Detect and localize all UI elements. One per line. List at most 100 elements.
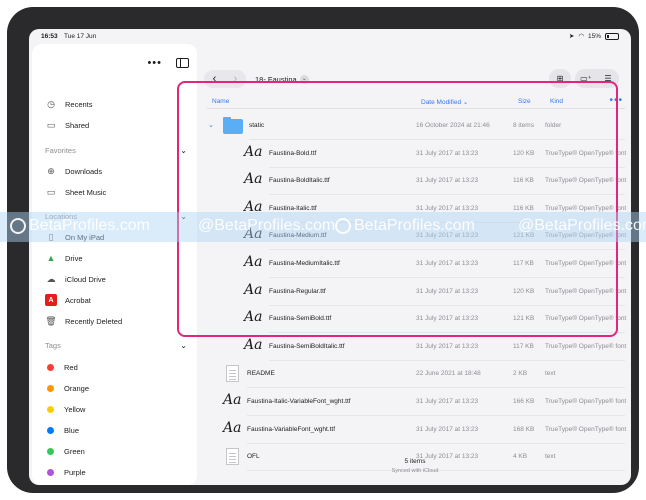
watermark-3: BetaProfiles.com [335,217,475,235]
file-row[interactable]: Aa Faustina-Bold.ttf 31 July 2017 at 13:23… [199,140,631,168]
location-icon: ➤ [568,33,575,40]
folder-icon: ▭ [46,186,56,197]
column-size[interactable]: Size [518,98,531,105]
font-file-icon: Aa [244,254,263,270]
google-drive-icon: ▲ [46,253,56,263]
column-kind[interactable]: Kind [550,98,563,105]
header-divider [207,108,625,109]
file-size: 120 KB [513,149,535,157]
column-name[interactable]: Name [212,98,229,105]
tag-yellow[interactable]: Yellow [45,402,85,416]
file-size: 116 KB [513,177,534,185]
file-size: 117 KB [513,260,534,267]
list-view-icon[interactable]: ☰ [597,69,619,88]
tag-label: Green [64,446,85,456]
sidebar-item-downloads[interactable]: ⊕ Downloads [45,164,102,178]
sidebar-item-drive[interactable]: ▲ Drive [45,251,83,265]
file-name: Faustina-SemiBold.ttf [269,315,332,323]
file-size: 166 KB [513,398,535,405]
sidebar-item-label: Sheet Music [65,187,107,197]
watermark-logo-icon [335,217,351,234]
sidebar-toolbar: ••• [147,58,189,69]
folder-row[interactable]: ⌄ static 16 October 2024 at 21:46 8 items fo… [199,112,631,140]
sidebar-item-label: Shared [65,120,90,130]
folder-title-menu[interactable]: 18- Faustina ⌄ [255,75,309,84]
file-name: Faustina-VariableFont_wght.ttf [247,425,336,433]
sidebar-item-label: Downloads [65,166,103,176]
file-name: static [249,122,265,129]
tag-red[interactable]: Red [45,360,78,374]
chevron-down-icon: ⌄ [180,341,187,350]
trash-icon: 🗑 [45,315,57,326]
column-more-icon[interactable]: ••• [609,95,623,106]
tag-purple[interactable]: Purple [45,465,86,479]
tag-dot-icon [47,468,54,476]
file-date: 31 July 2017 at 13:23 [416,315,479,323]
sidebar-section-tags[interactable]: Tags ⌄ [45,341,187,350]
footer: 5 items Synced with iCloud [199,458,631,474]
toolbar: ⊞ ▭⁺ ☰ [549,69,619,88]
group-icon[interactable]: ⊞ [549,69,571,88]
sidebar-toggle-icon[interactable] [176,58,189,68]
file-name: Faustina-Regular.ttf [269,287,326,295]
tag-blue[interactable]: Blue [45,423,79,437]
file-date: 31 July 2017 at 13:23 [416,204,479,212]
acrobat-icon: A [45,294,57,306]
file-row[interactable]: Aa Faustina-SemiBold.ttf 31 July 2017 at 1… [199,305,631,334]
section-title: Tags [45,341,61,350]
screen: 16:53 Tue 17 Jun ➤ ◠ 15% ••• ◷ Recents ▭ Sh… [29,29,631,485]
file-row[interactable]: README 22 June 2021 at 18:48 2 KB text [199,360,631,389]
file-name: Faustina-Italic.ttf [269,204,317,212]
sidebar-item-recently-deleted[interactable]: 🗑 Recently Deleted [45,314,122,328]
file-size: 121 KB [513,315,535,323]
text-file-icon [226,365,239,383]
sidebar-item-icloud-drive[interactable]: ☁ iCloud Drive [45,272,106,286]
watermark-logo-icon [10,217,26,234]
ipad-frame: 16:53 Tue 17 Jun ➤ ◠ 15% ••• ◷ Recents ▭ Sh… [7,7,639,493]
battery-icon [605,32,619,40]
download-icon: ⊕ [47,165,55,176]
sidebar-item-sheet-music[interactable]: ▭ Sheet Music [45,185,107,199]
tag-dot-icon [47,426,54,434]
sidebar-item-label: Acrobat [65,295,91,305]
file-name: Faustina-MediumItalic.ttf [269,260,340,267]
font-file-icon: Aa [244,198,263,215]
file-name: Faustina-SemiBoldItalic.ttf [269,342,345,350]
file-size: 116 KB [513,204,534,212]
sidebar-item-recents[interactable]: ◷ Recents [45,97,92,111]
column-date-modified[interactable]: Date Modified ⌄ [421,98,468,106]
font-file-icon: Aa [244,281,263,298]
file-date: 31 July 2017 at 13:23 [416,149,479,157]
sidebar-item-shared[interactable]: ▭ Shared [45,118,89,132]
more-options-icon[interactable]: ••• [147,58,162,69]
file-row[interactable]: Aa Faustina-MediumItalic.ttf 31 July 2017 … [199,250,631,278]
file-date: 31 July 2017 at 13:23 [416,342,479,350]
new-folder-icon[interactable]: ▭⁺ [575,69,597,88]
tag-green[interactable]: Green [45,444,85,458]
sidebar-item-acrobat[interactable]: A Acrobat [45,293,91,307]
back-icon[interactable]: ‹ [204,70,225,88]
status-bar: 16:53 Tue 17 Jun ➤ ◠ 15% [29,29,631,43]
file-kind: TrueType® OpenType® font [545,204,627,212]
file-name: Faustina-BoldItalic.ttf [269,177,330,185]
forward-icon[interactable]: › [225,70,246,88]
watermark-1: BetaProfiles.com [10,217,150,235]
file-row[interactable]: Aa Faustina-SemiBoldItalic.ttf 31 July 201… [199,333,631,361]
sidebar-item-label: Drive [65,253,83,263]
disclosure-chevron-icon[interactable]: ⌄ [208,121,214,129]
file-row[interactable]: Aa Faustina-Italic-VariableFont_wght.ttf 3… [199,388,631,416]
tag-orange[interactable]: Orange [45,381,89,395]
file-row[interactable]: Aa Faustina-Regular.ttf 31 July 2017 at 13… [199,278,631,306]
file-date: 31 July 2017 at 13:23 [416,398,479,405]
shared-folder-icon: ▭ [46,119,56,130]
file-row[interactable]: Aa Faustina-VariableFont_wght.ttf 31 July … [199,416,631,444]
file-date: 31 July 2017 at 13:23 [416,177,479,185]
file-size: 117 KB [513,342,534,350]
sidebar-section-favorites[interactable]: Favorites ⌄ [45,146,187,155]
font-file-icon: Aa [244,171,263,188]
file-row[interactable]: Aa Faustina-BoldItalic.ttf 31 July 2017 at… [199,167,631,196]
tag-dot-icon [47,405,54,413]
font-file-icon: Aa [223,392,242,408]
chevron-down-icon: ⌄ [299,75,309,84]
watermark-2: @BetaProfiles.com [198,217,336,234]
